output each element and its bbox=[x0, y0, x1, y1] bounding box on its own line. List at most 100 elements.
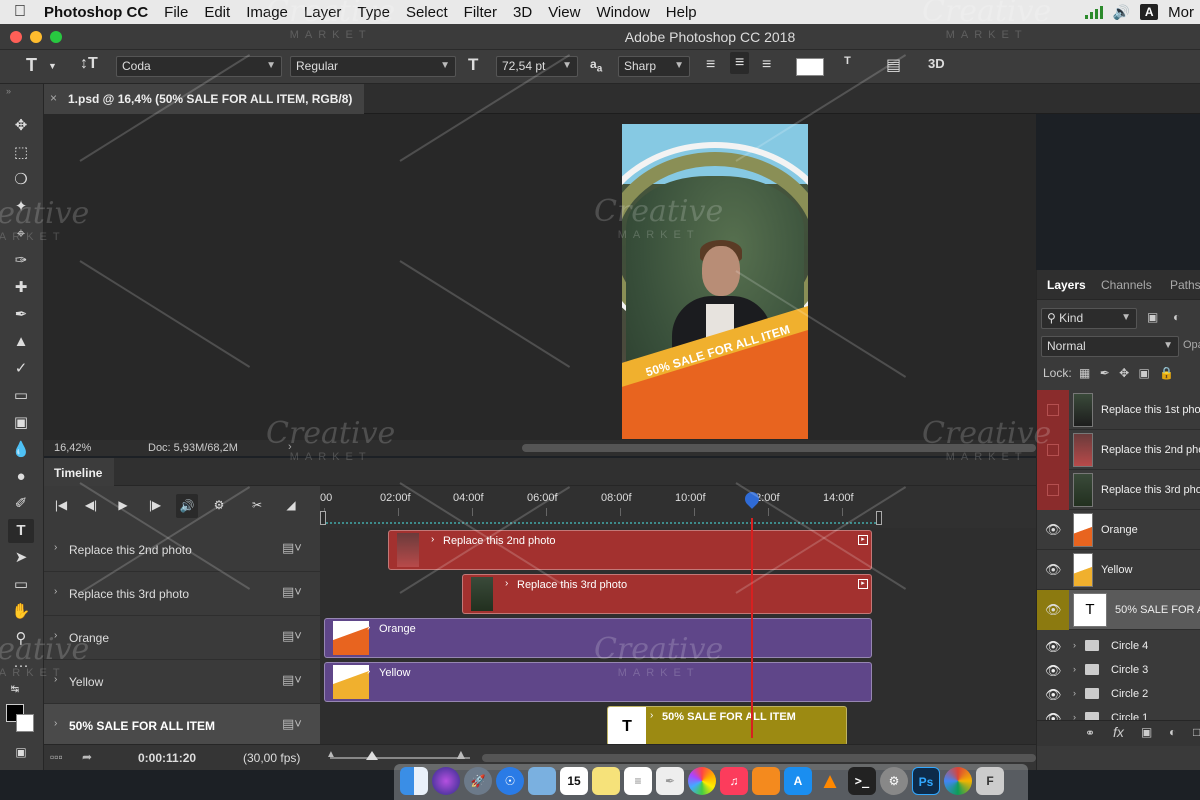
chrome-icon[interactable] bbox=[944, 767, 972, 795]
chevron-right-icon[interactable]: › bbox=[54, 674, 57, 685]
convert-frame-animation-icon[interactable]: ▫▫▫ bbox=[50, 750, 63, 764]
group-row[interactable]: 👁 › Circle 3 bbox=[1037, 658, 1200, 682]
anti-alias-select[interactable]: Sharp ▼ bbox=[618, 56, 690, 77]
marquee-tool-icon[interactable]: ⬚ bbox=[8, 141, 34, 165]
eye-icon[interactable]: 👁 bbox=[1045, 663, 1062, 679]
books-icon[interactable] bbox=[752, 767, 780, 795]
close-tab-icon[interactable]: × bbox=[50, 91, 57, 105]
film-strip-icon[interactable]: ▤˅ bbox=[282, 584, 302, 600]
menu-view[interactable]: View bbox=[540, 4, 588, 21]
photos-icon[interactable] bbox=[688, 767, 716, 795]
timeline-horizontal-scrollbar[interactable] bbox=[482, 754, 1036, 762]
hand-tool-icon[interactable]: ✋ bbox=[8, 600, 34, 624]
clip-menu-icon[interactable]: ▸ bbox=[858, 535, 868, 545]
photoshop-icon[interactable]: Ps bbox=[912, 767, 940, 795]
chevron-right-icon[interactable]: › bbox=[54, 586, 57, 597]
notes-icon[interactable] bbox=[592, 767, 620, 795]
more-tools-icon[interactable]: ··· bbox=[8, 654, 34, 678]
zoom-in-mountain-icon[interactable]: ▲ bbox=[454, 746, 468, 762]
track-row[interactable]: › Replace this 3rd photo ▤˅ bbox=[44, 572, 320, 616]
align-center-icon[interactable]: ≡ bbox=[730, 52, 750, 74]
chevron-right-icon[interactable]: › bbox=[431, 534, 434, 545]
adjustment-layer-icon[interactable]: ◐ bbox=[1169, 725, 1176, 739]
settings-gear-icon[interactable]: ⚙ bbox=[208, 498, 230, 512]
lock-artboard-icon[interactable]: ▣ bbox=[1139, 366, 1150, 380]
layer-filter-select[interactable]: ⚲ Kind ▼ bbox=[1041, 308, 1137, 329]
tab-channels[interactable]: Channels bbox=[1101, 278, 1152, 292]
input-source-icon[interactable]: A bbox=[1140, 4, 1159, 20]
layer-row[interactable]: 👁 Yellow bbox=[1037, 550, 1200, 590]
clone-stamp-tool-icon[interactable]: ▲ bbox=[8, 330, 34, 354]
zoom-level[interactable]: 16,42% bbox=[54, 442, 91, 454]
layer-style-fx-icon[interactable]: fx bbox=[1113, 724, 1124, 740]
play-icon[interactable]: ▶ bbox=[112, 498, 134, 512]
status-menu-chevron-icon[interactable]: › bbox=[288, 441, 292, 453]
volume-icon[interactable]: 🔊 bbox=[1113, 4, 1130, 21]
font-style-select[interactable]: Regular ▼ bbox=[290, 56, 456, 77]
lock-transparent-icon[interactable]: ▦ bbox=[1079, 366, 1090, 380]
menu-edit[interactable]: Edit bbox=[196, 4, 238, 21]
timeline-tracks[interactable]: › Replace this 2nd photo ▸ › Replace thi… bbox=[320, 528, 1036, 746]
menu-app-photoshop[interactable]: Photoshop CC bbox=[40, 4, 156, 21]
lock-image-icon[interactable]: ✒ bbox=[1100, 366, 1110, 380]
gradient-tool-icon[interactable]: ▣ bbox=[8, 411, 34, 435]
swap-colors-icon[interactable]: ↹ bbox=[2, 678, 28, 702]
brush-tool-icon[interactable]: ✒ bbox=[8, 303, 34, 327]
eye-icon[interactable]: 👁 bbox=[1045, 687, 1062, 703]
layer-visibility-toggle[interactable] bbox=[1037, 390, 1069, 430]
clip-orange[interactable]: › Orange bbox=[324, 618, 872, 658]
document-tab[interactable]: × 1.psd @ 16,4% (50% SALE FOR ALL ITEM, … bbox=[44, 84, 364, 114]
vlc-icon[interactable]: ▲ bbox=[816, 767, 844, 795]
rectangle-tool-icon[interactable]: ▭ bbox=[8, 573, 34, 597]
document-canvas[interactable]: 50% SALE FOR ALL ITEM bbox=[44, 114, 1036, 440]
chevron-right-icon[interactable]: › bbox=[1073, 664, 1076, 674]
add-mask-icon[interactable]: ▣ bbox=[1141, 725, 1152, 739]
chevron-right-icon[interactable]: › bbox=[1073, 640, 1076, 650]
track-row[interactable]: › Replace this 2nd photo ▤˅ bbox=[44, 528, 320, 572]
lock-position-icon[interactable]: ✥ bbox=[1119, 366, 1129, 380]
align-left-icon[interactable]: ≡ bbox=[706, 56, 715, 74]
chevron-right-icon[interactable]: › bbox=[367, 622, 370, 633]
tab-layers[interactable]: Layers bbox=[1047, 278, 1086, 292]
layer-row[interactable]: 👁 Orange bbox=[1037, 510, 1200, 550]
eyedropper-tool-icon[interactable]: ✑ bbox=[8, 249, 34, 273]
apple-menu-icon[interactable]:  bbox=[0, 3, 40, 21]
tool-preset-chevron-icon[interactable]: ▼ bbox=[48, 61, 57, 71]
menu-3d[interactable]: 3D bbox=[505, 4, 540, 21]
clip-yellow[interactable]: › Yellow bbox=[324, 662, 872, 702]
menu-help[interactable]: Help bbox=[658, 4, 705, 21]
tab-paths[interactable]: Paths bbox=[1170, 278, 1200, 292]
menu-file[interactable]: File bbox=[156, 4, 196, 21]
blend-mode-select[interactable]: Normal ▼ bbox=[1041, 336, 1179, 357]
move-tool-icon[interactable]: ✥ bbox=[8, 114, 34, 138]
lock-all-icon[interactable]: 🔒 bbox=[1159, 366, 1174, 380]
link-layers-icon[interactable]: ⚭ bbox=[1085, 726, 1095, 740]
background-color-swatch[interactable] bbox=[16, 714, 34, 732]
clip-replace-3rd-photo[interactable]: › Replace this 3rd photo ▸ bbox=[462, 574, 872, 614]
music-icon[interactable]: ♫ bbox=[720, 767, 748, 795]
lasso-tool-icon[interactable]: ❍ bbox=[8, 168, 34, 192]
clip-menu-icon[interactable]: ▸ bbox=[858, 579, 868, 589]
film-strip-icon[interactable]: ▤˅ bbox=[282, 672, 302, 688]
menu-extra-label[interactable]: Mor bbox=[1168, 4, 1194, 21]
crop-tool-icon[interactable]: ⌖ bbox=[8, 222, 34, 246]
healing-brush-tool-icon[interactable]: ✚ bbox=[8, 276, 34, 300]
canvas-horizontal-scrollbar[interactable] bbox=[522, 444, 1036, 452]
film-strip-icon[interactable]: ▤˅ bbox=[282, 540, 302, 556]
font-book-icon[interactable]: F bbox=[976, 767, 1004, 795]
layer-visibility-toggle[interactable] bbox=[1037, 470, 1069, 510]
chevron-right-icon[interactable]: › bbox=[54, 718, 57, 729]
type-tool-preset-icon[interactable]: T bbox=[26, 55, 37, 76]
chevron-right-icon[interactable]: › bbox=[505, 578, 508, 589]
layer-row[interactable]: Replace this 3rd photo bbox=[1037, 470, 1200, 510]
app-store-icon[interactable]: A bbox=[784, 767, 812, 795]
layer-visibility-toggle[interactable]: 👁 bbox=[1037, 590, 1069, 630]
menu-layer[interactable]: Layer bbox=[296, 4, 350, 21]
go-to-first-frame-icon[interactable]: |◀ bbox=[50, 498, 72, 512]
blur-tool-icon[interactable]: 💧 bbox=[8, 438, 34, 462]
eraser-tool-icon[interactable]: ▭ bbox=[8, 384, 34, 408]
terminal-icon[interactable]: >_ bbox=[848, 767, 876, 795]
chevron-right-icon[interactable]: › bbox=[54, 542, 57, 553]
layer-row[interactable]: Replace this 1st photo bbox=[1037, 390, 1200, 430]
layer-row-selected[interactable]: 👁 T 50% SALE FOR ALL ITEM bbox=[1037, 590, 1200, 630]
